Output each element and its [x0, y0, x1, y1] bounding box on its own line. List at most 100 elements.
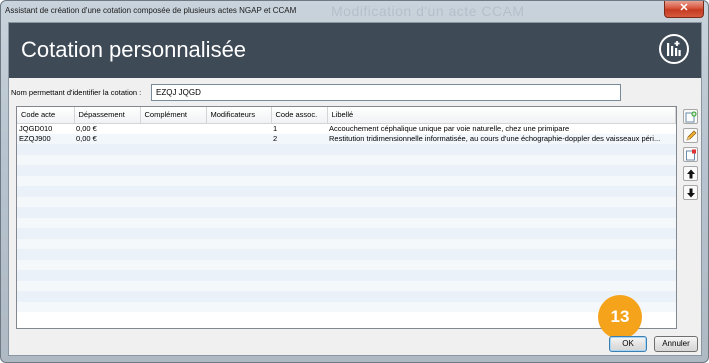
edit-pencil-icon: [686, 130, 697, 141]
close-button[interactable]: ✕: [664, 1, 704, 18]
empty-table-row: [17, 280, 676, 291]
empty-cell: [271, 165, 327, 176]
empty-cell: [74, 291, 140, 302]
empty-cell: [140, 196, 206, 207]
empty-table-row: [17, 259, 676, 270]
empty-table-row: [17, 175, 676, 186]
empty-cell: [206, 165, 271, 176]
column-header-modificateurs[interactable]: Modificateurs: [206, 107, 272, 124]
add-row-button[interactable]: [683, 109, 698, 124]
column-header-complement[interactable]: Complément: [140, 107, 207, 124]
empty-cell: [140, 207, 206, 218]
empty-table-row: [17, 249, 676, 260]
title-bar[interactable]: Assistant de création d'une cotation com…: [1, 1, 708, 23]
actes-table[interactable]: Code acte Dépassement Complément Modific…: [16, 106, 677, 329]
table-row[interactable]: EZQJ900 0,00 € 2 Restitution tridimensio…: [17, 133, 676, 144]
move-down-button[interactable]: [683, 185, 698, 200]
cell-libelle: Restitution tridimensionnelle informatis…: [327, 133, 676, 144]
column-header-libelle[interactable]: Libellé: [327, 107, 676, 124]
empty-cell: [74, 280, 140, 291]
empty-cell: [74, 217, 140, 228]
column-header-code-acte[interactable]: Code acte: [17, 107, 75, 124]
empty-cell: [74, 207, 140, 218]
empty-cell: [327, 144, 676, 155]
empty-cell: [271, 291, 327, 302]
cell-complement: [140, 123, 206, 134]
empty-table-row: [17, 228, 676, 239]
arrow-down-icon: [687, 188, 695, 198]
empty-cell: [206, 238, 271, 249]
empty-cell: [206, 144, 271, 155]
column-header-depassement[interactable]: Dépassement: [74, 107, 141, 124]
empty-cell: [74, 249, 140, 260]
empty-cell: [17, 207, 74, 218]
empty-cell: [140, 249, 206, 260]
step-number-badge: 13: [598, 295, 642, 339]
empty-cell: [17, 249, 74, 260]
cotation-name-label: Nom permettant d'identifier la cotation …: [11, 88, 142, 97]
cell-modificateurs: [206, 123, 271, 134]
empty-cell: [271, 228, 327, 239]
cell-code-acte: EZQJ900: [17, 133, 74, 144]
table-header-row: Code acte Dépassement Complément Modific…: [17, 107, 676, 124]
empty-table-row: [17, 165, 676, 176]
empty-cell: [271, 175, 327, 186]
cancel-button[interactable]: Annuler: [654, 336, 698, 352]
empty-cell: [206, 154, 271, 165]
empty-cell: [74, 144, 140, 155]
column-header-code-assoc[interactable]: Code assoc.: [271, 107, 328, 124]
empty-cell: [271, 259, 327, 270]
empty-cell: [327, 175, 676, 186]
empty-cell: [327, 165, 676, 176]
move-up-button[interactable]: [683, 166, 698, 181]
empty-cell: [271, 270, 327, 281]
table-row[interactable]: JQGD010 0,00 € 1 Accouchement céphalique…: [17, 123, 676, 134]
empty-cell: [327, 270, 676, 281]
edit-row-button[interactable]: [683, 128, 698, 143]
empty-cell: [271, 186, 327, 197]
empty-cell: [140, 144, 206, 155]
empty-cell: [327, 196, 676, 207]
empty-cell: [206, 186, 271, 197]
empty-cell: [327, 207, 676, 218]
cell-code-acte: JQGD010: [19, 124, 53, 133]
empty-cell: [327, 249, 676, 260]
empty-cell: [271, 144, 327, 155]
add-icon: [685, 111, 697, 123]
empty-cell: [74, 196, 140, 207]
empty-cell: [327, 238, 676, 249]
empty-cell: [74, 228, 140, 239]
empty-table-row: [17, 154, 676, 165]
empty-table-row: [17, 217, 676, 228]
empty-cell: [206, 217, 271, 228]
empty-cell: [206, 270, 271, 281]
empty-cell: [74, 270, 140, 281]
window-title: Assistant de création d'une cotation com…: [5, 6, 297, 15]
delete-row-button[interactable]: [683, 147, 698, 162]
cotation-name-input[interactable]: [151, 84, 621, 101]
empty-cell: [206, 291, 271, 302]
empty-cell: [74, 186, 140, 197]
cell-code-assoc: 1: [273, 124, 278, 133]
delete-icon: [686, 149, 696, 161]
empty-cell: [17, 196, 74, 207]
ok-button[interactable]: OK: [609, 336, 647, 352]
empty-cell: [140, 217, 206, 228]
empty-cell: [140, 186, 206, 197]
empty-cell: [271, 207, 327, 218]
empty-table-row: [17, 238, 676, 249]
empty-cell: [140, 301, 206, 312]
empty-cell: [17, 238, 74, 249]
empty-cell: [140, 238, 206, 249]
empty-table-row: [17, 144, 676, 155]
empty-cell: [17, 217, 74, 228]
empty-cell: [327, 186, 676, 197]
empty-cell: [140, 270, 206, 281]
empty-cell: [17, 175, 74, 186]
empty-cell: [74, 165, 140, 176]
dialog-window: Assistant de création d'une cotation com…: [0, 0, 709, 363]
medical-app-logo-icon: [659, 34, 689, 64]
empty-cell: [140, 259, 206, 270]
empty-cell: [74, 238, 140, 249]
empty-cell: [140, 228, 206, 239]
